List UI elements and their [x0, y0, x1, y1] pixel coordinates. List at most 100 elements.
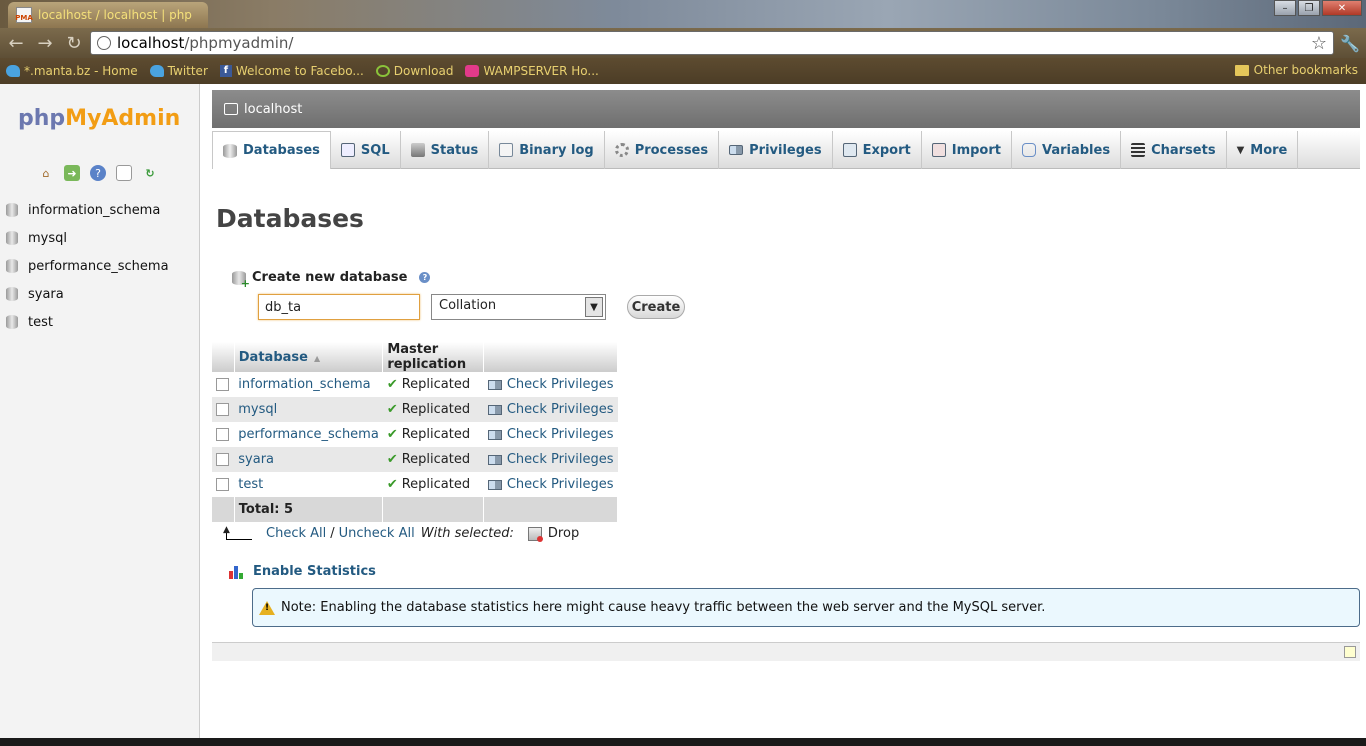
- create-database-heading: Create new database ?: [232, 270, 431, 290]
- bookmark-facebook[interactable]: f Welcome to Facebo...: [219, 64, 364, 78]
- browser-toolbar: ← → ↻ localhost/phpmyadmin/ ☆: [0, 28, 1366, 58]
- dropdown-arrow-icon[interactable]: ▼: [585, 297, 603, 317]
- check-privileges-link[interactable]: Check Privileges: [507, 402, 614, 417]
- row-checkbox[interactable]: [216, 478, 229, 491]
- database-name-input[interactable]: [258, 294, 420, 320]
- tab-title: localhost / localhost | php: [38, 8, 192, 22]
- logo-php: php: [18, 106, 66, 131]
- close-button[interactable]: ✕: [1322, 0, 1362, 16]
- privileges-icon: [487, 404, 502, 415]
- nav-db-item[interactable]: information_schema: [0, 196, 200, 224]
- table-row: mysql ✔ Replicated Check Privileges: [212, 397, 618, 422]
- row-checkbox[interactable]: [216, 378, 229, 391]
- create-database-icon: [232, 270, 250, 290]
- window-controls: – ❐ ✕: [1274, 0, 1362, 16]
- row-checkbox[interactable]: [216, 403, 229, 416]
- bookmark-download[interactable]: Download: [375, 64, 453, 78]
- tab-label: Processes: [634, 142, 709, 158]
- tab-variables[interactable]: Variables: [1012, 131, 1122, 169]
- database-link[interactable]: test: [238, 477, 263, 492]
- address-bar[interactable]: localhost/phpmyadmin/ ☆: [90, 31, 1334, 55]
- reload-icon[interactable]: ↻: [142, 165, 158, 181]
- database-link[interactable]: performance_schema: [238, 427, 379, 442]
- charsets-icon: [1131, 143, 1146, 157]
- page-info-icon[interactable]: [97, 36, 111, 50]
- replication-status: Replicated: [401, 427, 471, 442]
- phpmyadmin-logo[interactable]: phpMyAdmin: [18, 106, 180, 131]
- privileges-icon: [487, 479, 502, 490]
- import-icon: [931, 143, 946, 157]
- export-icon: [842, 143, 857, 157]
- create-button[interactable]: Create: [627, 295, 685, 319]
- more-caret-icon: ▼: [1236, 144, 1245, 156]
- logo-myadmin: MyAdmin: [65, 106, 181, 131]
- check-mark-icon: ✔: [386, 377, 398, 392]
- uncheck-all-link[interactable]: Uncheck All: [339, 526, 415, 541]
- open-new-window-icon[interactable]: [1344, 646, 1356, 658]
- drop-button[interactable]: Drop: [527, 526, 579, 542]
- tab-privileges[interactable]: Privileges: [719, 131, 833, 169]
- collation-select[interactable]: Collation ▼: [431, 294, 606, 320]
- phpmyadmin-favicon-icon: PMA: [15, 7, 33, 23]
- check-all-link[interactable]: Check All: [266, 526, 326, 541]
- check-privileges-link[interactable]: Check Privileges: [507, 427, 614, 442]
- tab-databases[interactable]: Databases: [212, 131, 331, 169]
- tab-sql[interactable]: SQL: [331, 131, 401, 169]
- reload-icon[interactable]: ↻: [61, 30, 87, 56]
- tab-more[interactable]: ▼ More: [1227, 131, 1299, 169]
- table-row: performance_schema ✔ Replicated Check Pri…: [212, 422, 618, 447]
- nav-db-item[interactable]: syara: [0, 280, 200, 308]
- exit-icon[interactable]: ➜: [64, 165, 80, 181]
- twitter-bird-icon: [149, 65, 164, 77]
- binary-log-icon: [499, 143, 514, 157]
- database-column-header[interactable]: Database ▲: [234, 342, 384, 372]
- bookmark-label: *.manta.bz - Home: [24, 64, 138, 78]
- tab-import[interactable]: Import: [922, 131, 1012, 169]
- docs-icon[interactable]: [116, 165, 132, 181]
- tab-status[interactable]: Status: [401, 131, 490, 169]
- maximize-button[interactable]: ❐: [1298, 0, 1320, 16]
- nav-db-label: test: [28, 314, 53, 330]
- wrench-menu-icon[interactable]: 🔧: [1340, 34, 1360, 53]
- database-link[interactable]: mysql: [238, 402, 277, 417]
- check-privileges-link[interactable]: Check Privileges: [507, 477, 614, 492]
- enable-statistics-link[interactable]: Enable Statistics: [229, 564, 376, 579]
- databases-table: Database ▲ Master replication information…: [212, 342, 618, 522]
- tab-export[interactable]: Export: [833, 131, 922, 169]
- nav-db-item[interactable]: test: [0, 308, 200, 336]
- help-icon[interactable]: ?: [90, 165, 106, 181]
- row-checkbox[interactable]: [216, 428, 229, 441]
- row-checkbox[interactable]: [216, 453, 229, 466]
- navigation-icons: ⌂ ➜ ? ↻: [38, 165, 158, 181]
- bookmark-star-icon[interactable]: ☆: [1311, 33, 1327, 54]
- nav-db-item[interactable]: performance_schema: [0, 252, 200, 280]
- back-arrow-icon[interactable]: ←: [3, 30, 29, 56]
- privileges-icon: [487, 379, 502, 390]
- tab-charsets[interactable]: Charsets: [1121, 131, 1227, 169]
- database-link[interactable]: information_schema: [238, 377, 370, 392]
- database-icon: [6, 203, 18, 217]
- server-label[interactable]: localhost: [244, 102, 302, 117]
- server-tabs: Databases SQL Status Binary log Processe…: [212, 131, 1360, 169]
- check-privileges-link[interactable]: Check Privileges: [507, 452, 614, 467]
- forward-arrow-icon[interactable]: →: [32, 30, 58, 56]
- other-bookmarks[interactable]: Other bookmarks: [1234, 63, 1358, 77]
- help-icon[interactable]: ?: [419, 272, 431, 283]
- database-link[interactable]: syara: [238, 452, 274, 467]
- tab-label: SQL: [360, 142, 390, 158]
- browser-tab[interactable]: PMA localhost / localhost | php: [8, 2, 208, 28]
- nav-db-item[interactable]: mysql: [0, 224, 200, 252]
- tab-binary-log[interactable]: Binary log: [489, 131, 605, 169]
- bookmark-wampserver[interactable]: WAMPSERVER Ho...: [465, 64, 599, 78]
- bookmark-label: WAMPSERVER Ho...: [483, 64, 599, 78]
- database-icon: [6, 287, 18, 301]
- url-host: localhost: [117, 34, 185, 52]
- bookmark-manta[interactable]: *.manta.bz - Home: [6, 64, 138, 78]
- home-icon[interactable]: ⌂: [38, 165, 54, 181]
- tab-label: More: [1250, 142, 1288, 158]
- bookmark-twitter[interactable]: Twitter: [149, 64, 208, 78]
- check-privileges-link[interactable]: Check Privileges: [507, 377, 614, 392]
- tab-processes[interactable]: Processes: [605, 131, 720, 169]
- browser-titlebar: PMA localhost / localhost | php – ❐ ✕: [0, 0, 1366, 28]
- minimize-button[interactable]: –: [1274, 0, 1296, 16]
